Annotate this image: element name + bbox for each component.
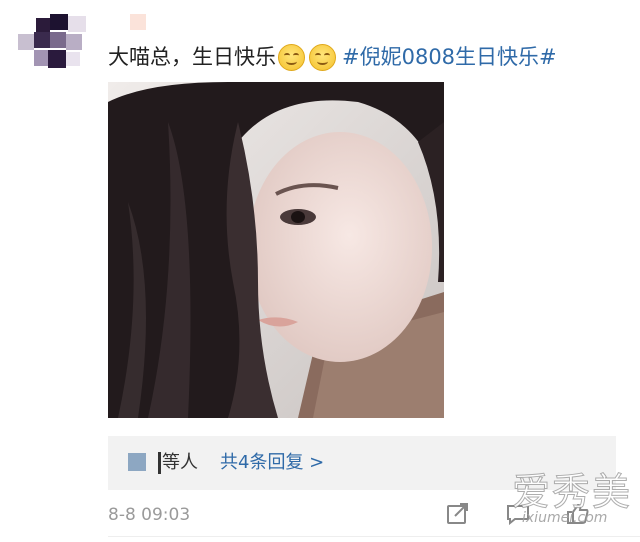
avatar-mosaic[interactable]	[14, 8, 90, 76]
share-button[interactable]	[446, 503, 470, 525]
share-icon	[447, 503, 468, 524]
post-text-line: 大喵总，生日快乐 #倪妮0808生日快乐#	[108, 40, 557, 74]
smile-emoji-icon	[309, 43, 336, 71]
view-replies-link[interactable]: 共4条回复 >	[220, 446, 324, 480]
text-cursor	[158, 452, 161, 474]
hashtag-link[interactable]: #倪妮0808生日快乐#	[342, 40, 557, 74]
post-text: 大喵总，生日快乐	[108, 45, 276, 69]
post-photo[interactable]	[108, 82, 444, 418]
post-timestamp: 8-8 09:03	[108, 505, 191, 525]
watermark-url: ixiumei.com	[522, 510, 608, 526]
reply-avatar-icon	[128, 453, 146, 471]
decor-mark	[130, 14, 146, 30]
watermark-text: 爱秀美	[511, 470, 633, 515]
reply-people-label: 等人	[162, 452, 198, 473]
smile-emoji-icon	[278, 43, 305, 71]
site-watermark: 爱秀美 ixiumei.com	[511, 470, 638, 538]
portrait-image	[108, 82, 444, 418]
